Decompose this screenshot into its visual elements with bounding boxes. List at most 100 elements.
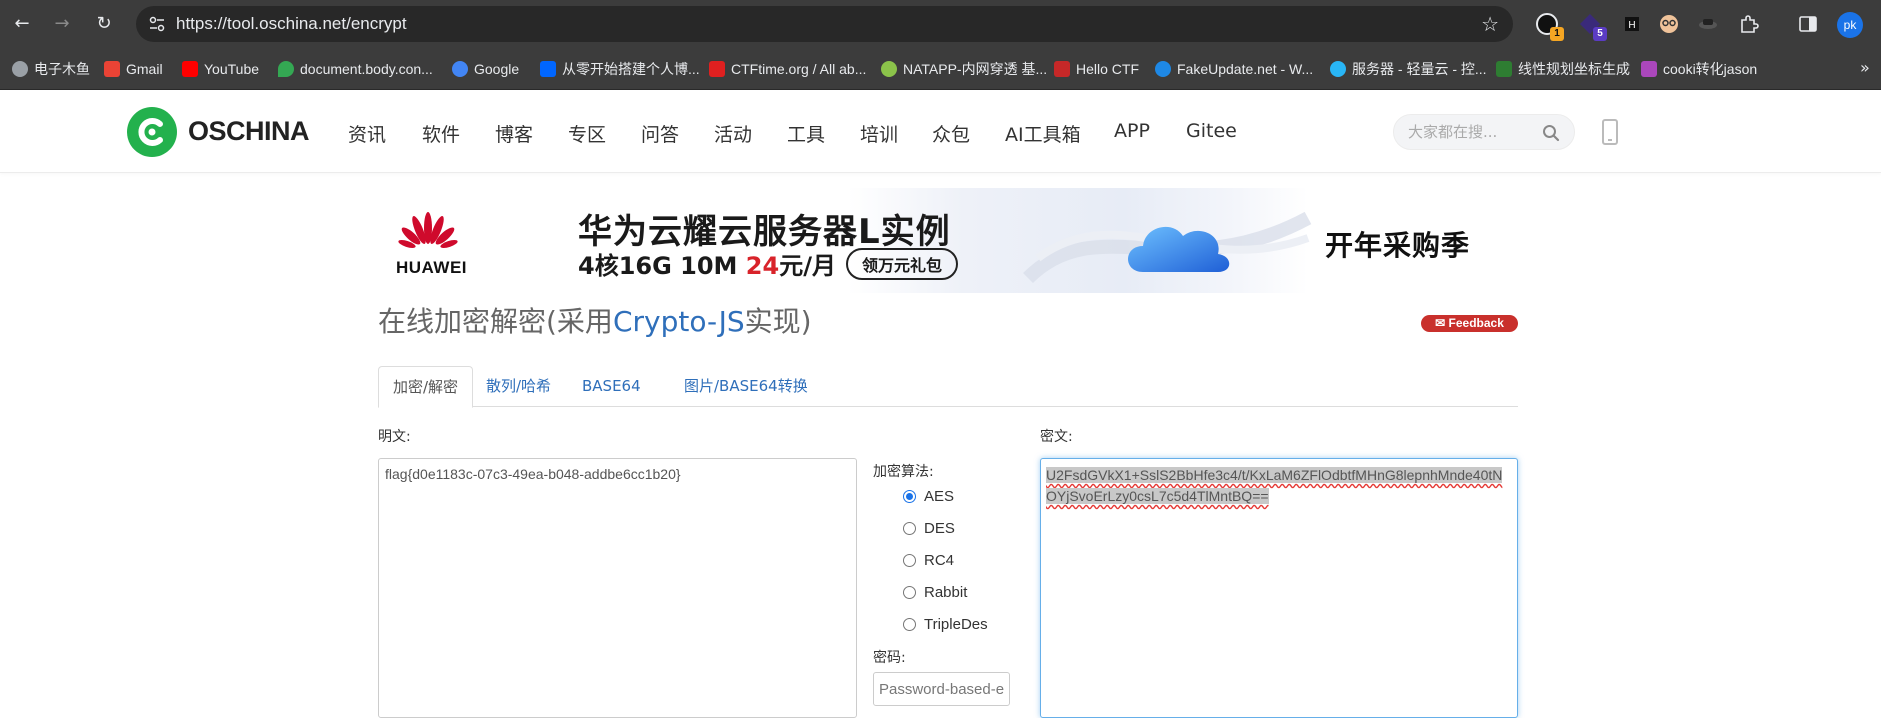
- nav-item-ai-toolbox[interactable]: AI工具箱: [1005, 120, 1081, 147]
- extension-icon[interactable]: H: [1620, 12, 1644, 36]
- forward-icon[interactable]: →: [50, 12, 74, 36]
- search-icon[interactable]: [1542, 124, 1560, 142]
- site-header: OSCHINA 资讯 软件 博客 专区 问答 活动 工具 培训 众包 AI工具箱…: [0, 90, 1881, 173]
- nav-item-tools[interactable]: 工具: [787, 120, 825, 147]
- hello-ctf-icon: [1054, 61, 1070, 77]
- browser-toolbar: ← → ↻ https://tool.oschina.net/encrypt ☆…: [0, 0, 1881, 48]
- algorithm-label-rc4: RC4: [924, 551, 955, 569]
- site-settings-icon[interactable]: [148, 15, 166, 33]
- extension-icon[interactable]: 1: [1535, 12, 1564, 41]
- ciphertext-text[interactable]: U2FsdGVkX1+SslS2BbHfe3c4/t/KxLaM6ZFlOdbt…: [1046, 467, 1503, 504]
- oschina-logo-icon[interactable]: [127, 107, 177, 157]
- bookmark-item[interactable]: 线性规划坐标生成: [1496, 58, 1630, 80]
- algorithm-option-aes[interactable]: AES: [903, 486, 954, 506]
- extension-icon[interactable]: [1657, 12, 1681, 36]
- nav-item-events[interactable]: 活动: [714, 120, 752, 147]
- bookmark-label: Google: [474, 61, 520, 77]
- tab-base64[interactable]: BASE64: [568, 366, 655, 407]
- bookmark-item[interactable]: FakeUpdate.net - W...: [1155, 58, 1313, 80]
- nav-item-crowdsource[interactable]: 众包: [932, 120, 970, 147]
- zhihu-icon: [540, 61, 556, 77]
- crypto-js-link[interactable]: Crypto-JS: [613, 305, 745, 338]
- gmail-icon: [104, 61, 120, 77]
- url-text[interactable]: https://tool.oschina.net/encrypt: [176, 14, 407, 34]
- tab-hash[interactable]: 散列/哈希: [472, 366, 565, 407]
- tool-tabs: 加密/解密 散列/哈希 BASE64 图片/BASE64转换: [378, 366, 1518, 408]
- algorithm-option-rc4[interactable]: RC4: [903, 550, 954, 570]
- bookmark-label: document.body.con...: [300, 61, 433, 77]
- profile-avatar[interactable]: pk: [1837, 12, 1863, 38]
- radio-aes[interactable]: [903, 489, 916, 503]
- nav-item-app[interactable]: APP: [1114, 120, 1150, 142]
- bookmark-label: 线性规划坐标生成: [1518, 61, 1630, 77]
- bookmark-item[interactable]: 服务器 - 轻量云 - 控...: [1330, 58, 1487, 80]
- nav-item-qa[interactable]: 问答: [641, 120, 679, 147]
- algorithm-option-tripledes[interactable]: TripleDes: [903, 614, 988, 634]
- banner-spec: 4核16G 10M: [578, 252, 746, 280]
- huawei-wordmark: HUAWEI: [396, 258, 467, 277]
- extension-icon[interactable]: [1696, 12, 1720, 36]
- ciphertext-label: 密文:: [1040, 429, 1073, 445]
- bookmark-label: Hello CTF: [1076, 61, 1140, 77]
- feedback-label: Feedback: [1448, 316, 1504, 330]
- radio-rabbit[interactable]: [903, 585, 916, 599]
- ad-banner[interactable]: HUAWEI 华为云耀云服务器L实例 4核16G 10M 24元/月 领万元礼包 …: [378, 188, 1518, 293]
- banner-offer: 4核16G 10M 24元/月 领万元礼包: [578, 246, 958, 281]
- ciphertext-output[interactable]: U2FsdGVkX1+SslS2BbHfe3c4/t/KxLaM6ZFlOdbt…: [1040, 458, 1518, 718]
- bookmark-item[interactable]: Google: [452, 58, 519, 80]
- maps-pin-icon: [278, 61, 294, 77]
- cloud-icon: [1330, 61, 1346, 77]
- address-bar[interactable]: https://tool.oschina.net/encrypt ☆: [136, 6, 1513, 42]
- feedback-button[interactable]: ✉ Feedback: [1421, 315, 1518, 332]
- bookmarks-overflow-icon[interactable]: »: [1860, 58, 1870, 77]
- plaintext-input[interactable]: flag{d0e1183c-07c3-49ea-b048-addbe6cc1b2…: [378, 458, 857, 718]
- reload-icon[interactable]: ↻: [92, 12, 116, 36]
- bookmark-label: FakeUpdate.net - W...: [1177, 61, 1314, 77]
- nav-item-training[interactable]: 培训: [860, 120, 898, 147]
- tab-encrypt-decrypt[interactable]: 加密/解密: [378, 366, 474, 408]
- bookmark-label: 服务器 - 轻量云 - 控...: [1352, 61, 1487, 77]
- bookmark-item[interactable]: NATAPP-内网穿透 基...: [881, 58, 1047, 80]
- search-input[interactable]: [1408, 123, 1538, 141]
- bookmark-item[interactable]: document.body.con...: [278, 58, 433, 80]
- radio-des[interactable]: [903, 521, 916, 535]
- bookmark-item[interactable]: cooki转化jason: [1641, 58, 1757, 80]
- bookmark-item[interactable]: Gmail: [104, 58, 163, 80]
- bookmark-star-icon[interactable]: ☆: [1481, 12, 1499, 36]
- logo-text[interactable]: OSCHINA: [188, 116, 310, 147]
- nav-item-blog[interactable]: 博客: [495, 120, 533, 147]
- mobile-icon[interactable]: [1602, 119, 1618, 145]
- bookmark-item[interactable]: YouTube: [182, 58, 259, 80]
- chart-icon: [1496, 61, 1512, 77]
- password-label: 密码:: [873, 650, 906, 666]
- bookmark-item[interactable]: 电子木鱼: [12, 58, 90, 80]
- gear-icon: [1155, 61, 1171, 77]
- extension-icon[interactable]: 5: [1578, 12, 1607, 41]
- ctftime-icon: [709, 61, 725, 77]
- radio-tripledes[interactable]: [903, 617, 916, 631]
- side-panel-icon[interactable]: [1796, 12, 1820, 36]
- password-input[interactable]: [873, 672, 1010, 706]
- nav-item-gitee[interactable]: Gitee: [1186, 120, 1237, 142]
- huawei-logo-icon: [398, 212, 458, 248]
- extension-badge: 5: [1593, 27, 1607, 41]
- back-icon[interactable]: ←: [10, 12, 34, 36]
- puzzle-icon[interactable]: [1737, 12, 1761, 36]
- nav-item-zone[interactable]: 专区: [568, 120, 606, 147]
- bookmark-label: 从零开始搭建个人博...: [562, 61, 700, 77]
- bookmark-item[interactable]: 从零开始搭建个人博...: [540, 58, 700, 80]
- tab-image-base64[interactable]: 图片/BASE64转换: [670, 366, 822, 407]
- mail-icon: ✉: [1435, 316, 1446, 330]
- plaintext-label: 明文:: [378, 429, 411, 445]
- radio-rc4[interactable]: [903, 553, 916, 567]
- algorithm-option-rabbit[interactable]: Rabbit: [903, 582, 967, 602]
- google-icon: [452, 61, 468, 77]
- nav-item-software[interactable]: 软件: [422, 120, 460, 147]
- nav-item-news[interactable]: 资讯: [348, 120, 386, 147]
- title-suffix: 实现): [744, 305, 812, 338]
- algorithm-label-tripledes: TripleDes: [924, 615, 988, 633]
- algorithm-option-des[interactable]: DES: [903, 518, 955, 538]
- bookmark-item[interactable]: Hello CTF: [1054, 58, 1139, 80]
- bookmark-item[interactable]: CTFtime.org / All ab...: [709, 58, 866, 80]
- bookmark-label: CTFtime.org / All ab...: [731, 61, 867, 77]
